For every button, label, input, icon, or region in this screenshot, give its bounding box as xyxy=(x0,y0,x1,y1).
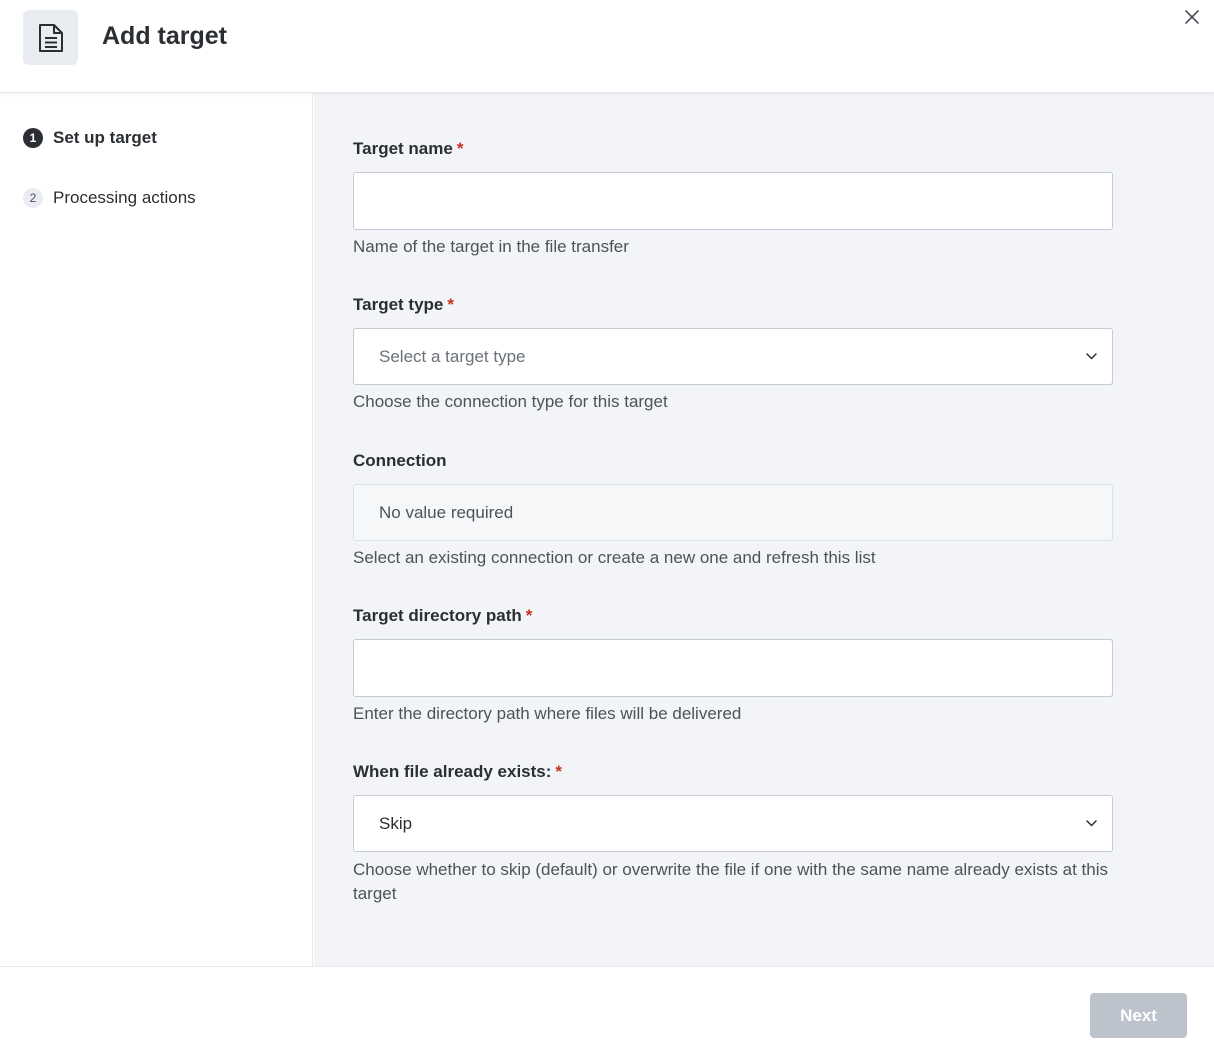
connection-value: No value required xyxy=(379,502,514,522)
dialog-footer: Next xyxy=(0,966,1214,1051)
steps-sidebar: 1 Set up target 2 Processing actions xyxy=(0,93,313,966)
target-name-input[interactable] xyxy=(353,172,1113,230)
chevron-down-icon xyxy=(1084,352,1098,362)
file-exists-helper: Choose whether to skip (default) or over… xyxy=(353,860,1108,903)
connection-field: No value required xyxy=(353,484,1113,541)
step-processing-actions[interactable]: 2 Processing actions xyxy=(23,186,196,210)
required-marker: * xyxy=(456,139,464,158)
file-exists-select[interactable]: Skip xyxy=(353,795,1113,852)
target-type-helper: Choose the connection type for this targ… xyxy=(353,392,668,411)
step-number-badge: 2 xyxy=(23,188,43,208)
target-directory-path-input[interactable] xyxy=(353,639,1113,697)
connection-helper: Select an existing connection or create … xyxy=(353,548,876,567)
required-marker: * xyxy=(555,762,563,781)
chevron-down-icon xyxy=(1084,819,1098,829)
target-name-label: Target name * xyxy=(353,139,464,158)
required-marker: * xyxy=(447,295,454,314)
file-exists-value: Skip xyxy=(379,813,413,833)
step-label: Processing actions xyxy=(53,188,196,207)
target-directory-path-label: Target directory path * xyxy=(353,606,533,625)
step-set-up-target[interactable]: 1 Set up target xyxy=(23,126,157,150)
target-type-placeholder: Select a target type xyxy=(379,346,526,366)
step-label: Set up target xyxy=(53,128,157,147)
connection-label: Connection xyxy=(353,451,447,470)
target-name-helper: Name of the target in the file transfer xyxy=(353,237,629,256)
target-directory-path-helper: Enter the directory path where files wil… xyxy=(353,704,742,723)
dialog-header: Add target xyxy=(0,0,1214,93)
step-number-badge: 1 xyxy=(23,128,43,148)
close-icon[interactable] xyxy=(1180,6,1204,28)
target-type-label: Target type * xyxy=(353,295,454,314)
target-type-select[interactable]: Select a target type xyxy=(353,328,1113,385)
form-panel: Target name * Name of the target in the f… xyxy=(314,93,1214,966)
required-marker: * xyxy=(525,606,533,625)
file-exists-label: When file already exists: * xyxy=(353,762,563,781)
dialog-title: Add target xyxy=(102,22,227,50)
next-button[interactable]: Next xyxy=(1090,993,1187,1038)
document-icon xyxy=(23,10,78,65)
